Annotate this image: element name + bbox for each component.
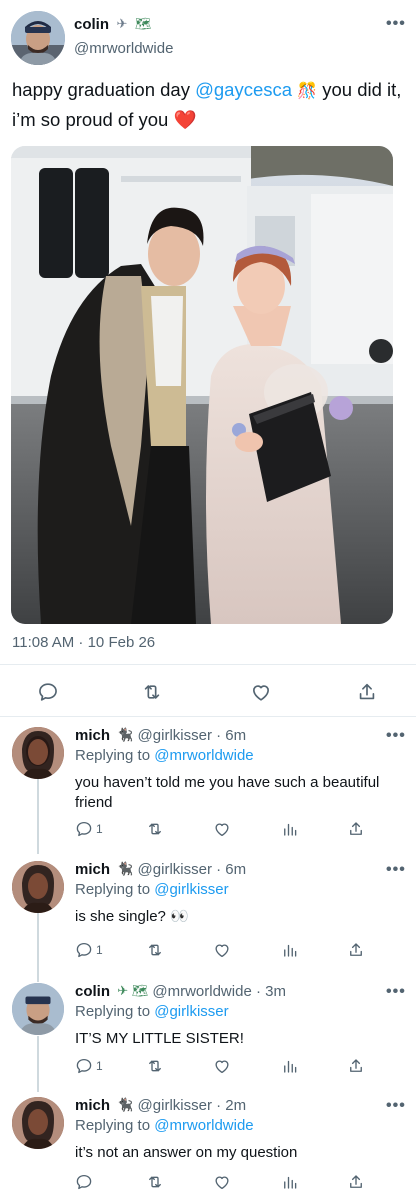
reply-text: is she single? 👀 bbox=[75, 908, 189, 925]
replying-to: Replying to @mrworldwide bbox=[75, 1117, 254, 1134]
reply-time[interactable]: 2m bbox=[225, 1097, 246, 1114]
tweet-text: happy graduation day @gaycesca 🎊 you did… bbox=[12, 76, 412, 134]
cat-emoji: 🐈‍⬛ bbox=[117, 861, 134, 876]
heart-emoji: ❤️ bbox=[173, 109, 197, 130]
reply-count: 1 bbox=[96, 1059, 103, 1073]
tweet-text-start: happy graduation day bbox=[12, 79, 196, 100]
more-icon[interactable]: ••• bbox=[386, 15, 406, 33]
display-name[interactable]: colin bbox=[75, 983, 110, 1000]
divider bbox=[0, 716, 416, 717]
display-name[interactable]: mich bbox=[75, 727, 110, 744]
like-icon[interactable] bbox=[213, 820, 231, 838]
reply-header: colin ✈ 🗺 @mrworldwide · 3m bbox=[75, 983, 286, 1000]
display-name[interactable]: mich bbox=[75, 861, 110, 878]
reply-text: IT’S MY LITTLE SISTER! bbox=[75, 1030, 244, 1047]
replying-to: Replying to @girlkisser bbox=[75, 881, 229, 898]
analytics-icon[interactable] bbox=[281, 1173, 299, 1191]
mention-link[interactable]: @gaycesca bbox=[195, 79, 292, 100]
avatar[interactable] bbox=[12, 1097, 64, 1149]
replying-prefix: Replying to bbox=[75, 1003, 155, 1020]
reply-count: 1 bbox=[96, 943, 103, 957]
confetti-emoji: 🎊 bbox=[297, 83, 318, 100]
reply-icon[interactable] bbox=[37, 681, 59, 703]
replying-prefix: Replying to bbox=[75, 1117, 155, 1134]
retweet-icon[interactable] bbox=[145, 1057, 165, 1075]
tweet-photo[interactable] bbox=[11, 146, 393, 624]
reply-text: you haven’t told me you have such a beau… bbox=[75, 774, 380, 811]
handle[interactable]: @girlkisser bbox=[138, 861, 212, 878]
replying-to: Replying to @mrworldwide bbox=[75, 747, 254, 764]
analytics-icon[interactable] bbox=[281, 820, 299, 838]
handle[interactable]: @girlkisser bbox=[138, 1097, 212, 1114]
avatar[interactable] bbox=[11, 11, 65, 65]
mention-link[interactable]: @mrworldwide bbox=[154, 747, 253, 764]
reply-icon[interactable]: 1 bbox=[75, 820, 103, 838]
reply-icon[interactable]: 1 bbox=[75, 1057, 103, 1075]
reply-tweet: colin ✈ 🗺 @mrworldwide · 3m ••• Replying… bbox=[0, 983, 416, 1083]
share-icon[interactable] bbox=[347, 1173, 365, 1191]
dot-separator: · bbox=[211, 727, 226, 744]
handle[interactable]: @mrworldwide bbox=[152, 983, 251, 1000]
share-icon[interactable] bbox=[347, 1057, 365, 1075]
cat-emoji: 🐈‍⬛ bbox=[117, 1097, 134, 1112]
share-icon[interactable] bbox=[347, 941, 365, 959]
more-icon[interactable]: ••• bbox=[386, 727, 406, 745]
like-icon[interactable] bbox=[250, 681, 272, 703]
reply-header: mich 🐈‍⬛ @girlkisser · 2m bbox=[75, 1097, 246, 1114]
avatar[interactable] bbox=[12, 861, 64, 913]
dot-separator: · bbox=[251, 983, 266, 1000]
more-icon[interactable]: ••• bbox=[386, 983, 406, 1001]
reply-header: mich 🐈‍⬛ @girlkisser · 6m bbox=[75, 861, 246, 878]
like-icon[interactable] bbox=[213, 941, 231, 959]
dot-separator: · bbox=[211, 861, 226, 878]
analytics-icon[interactable] bbox=[281, 1057, 299, 1075]
cat-emoji: 🐈‍⬛ bbox=[117, 727, 134, 742]
handle[interactable]: @mrworldwide bbox=[74, 40, 173, 57]
display-name[interactable]: mich bbox=[75, 1097, 110, 1114]
reply-header: mich 🐈‍⬛ @girlkisser · 6m bbox=[75, 727, 246, 744]
reply-tweet: mich 🐈‍⬛ @girlkisser · 2m ••• Replying t… bbox=[0, 1097, 416, 1200]
retweet-icon[interactable] bbox=[140, 681, 164, 703]
reply-icon[interactable] bbox=[75, 1173, 96, 1191]
more-icon[interactable]: ••• bbox=[386, 861, 406, 879]
share-icon[interactable] bbox=[356, 681, 378, 703]
replying-prefix: Replying to bbox=[75, 747, 155, 764]
analytics-icon[interactable] bbox=[281, 941, 299, 959]
more-icon[interactable]: ••• bbox=[386, 1097, 406, 1115]
like-icon[interactable] bbox=[213, 1173, 231, 1191]
reply-tweet: mich 🐈‍⬛ @girlkisser · 6m ••• Replying t… bbox=[0, 861, 416, 971]
avatar[interactable] bbox=[12, 983, 64, 1035]
divider bbox=[0, 664, 416, 665]
retweet-icon[interactable] bbox=[145, 820, 165, 838]
avatar[interactable] bbox=[12, 727, 64, 779]
plane-emoji: ✈ bbox=[116, 16, 128, 31]
share-icon[interactable] bbox=[347, 820, 365, 838]
handle[interactable]: @girlkisser bbox=[138, 727, 212, 744]
reply-time[interactable]: 6m bbox=[225, 727, 246, 744]
retweet-icon[interactable] bbox=[145, 1173, 165, 1191]
reply-icon[interactable]: 1 bbox=[75, 941, 103, 959]
reply-time[interactable]: 3m bbox=[265, 983, 286, 1000]
retweet-icon[interactable] bbox=[145, 941, 165, 959]
like-icon[interactable] bbox=[213, 1057, 231, 1075]
reply-tweet: mich 🐈‍⬛ @girlkisser · 6m ••• Replying t… bbox=[0, 727, 416, 847]
mention-link[interactable]: @girlkisser bbox=[154, 881, 228, 898]
author-line: colin ✈ 🗺 bbox=[74, 16, 151, 34]
plane-map-emoji: ✈ 🗺 bbox=[117, 983, 149, 998]
replying-prefix: Replying to bbox=[75, 881, 155, 898]
replying-to: Replying to @girlkisser bbox=[75, 1003, 229, 1020]
mention-link[interactable]: @girlkisser bbox=[154, 1003, 228, 1020]
dot-separator: · bbox=[211, 1097, 226, 1114]
reply-time[interactable]: 6m bbox=[225, 861, 246, 878]
reply-text: it’s not an answer on my question bbox=[75, 1144, 298, 1161]
mention-link[interactable]: @mrworldwide bbox=[154, 1117, 253, 1134]
display-name[interactable]: colin bbox=[74, 16, 109, 33]
reply-count: 1 bbox=[96, 822, 103, 836]
tweet-timestamp[interactable]: 11:08 AM · 10 Feb 26 bbox=[12, 634, 155, 651]
map-emoji: 🗺 bbox=[134, 16, 152, 31]
